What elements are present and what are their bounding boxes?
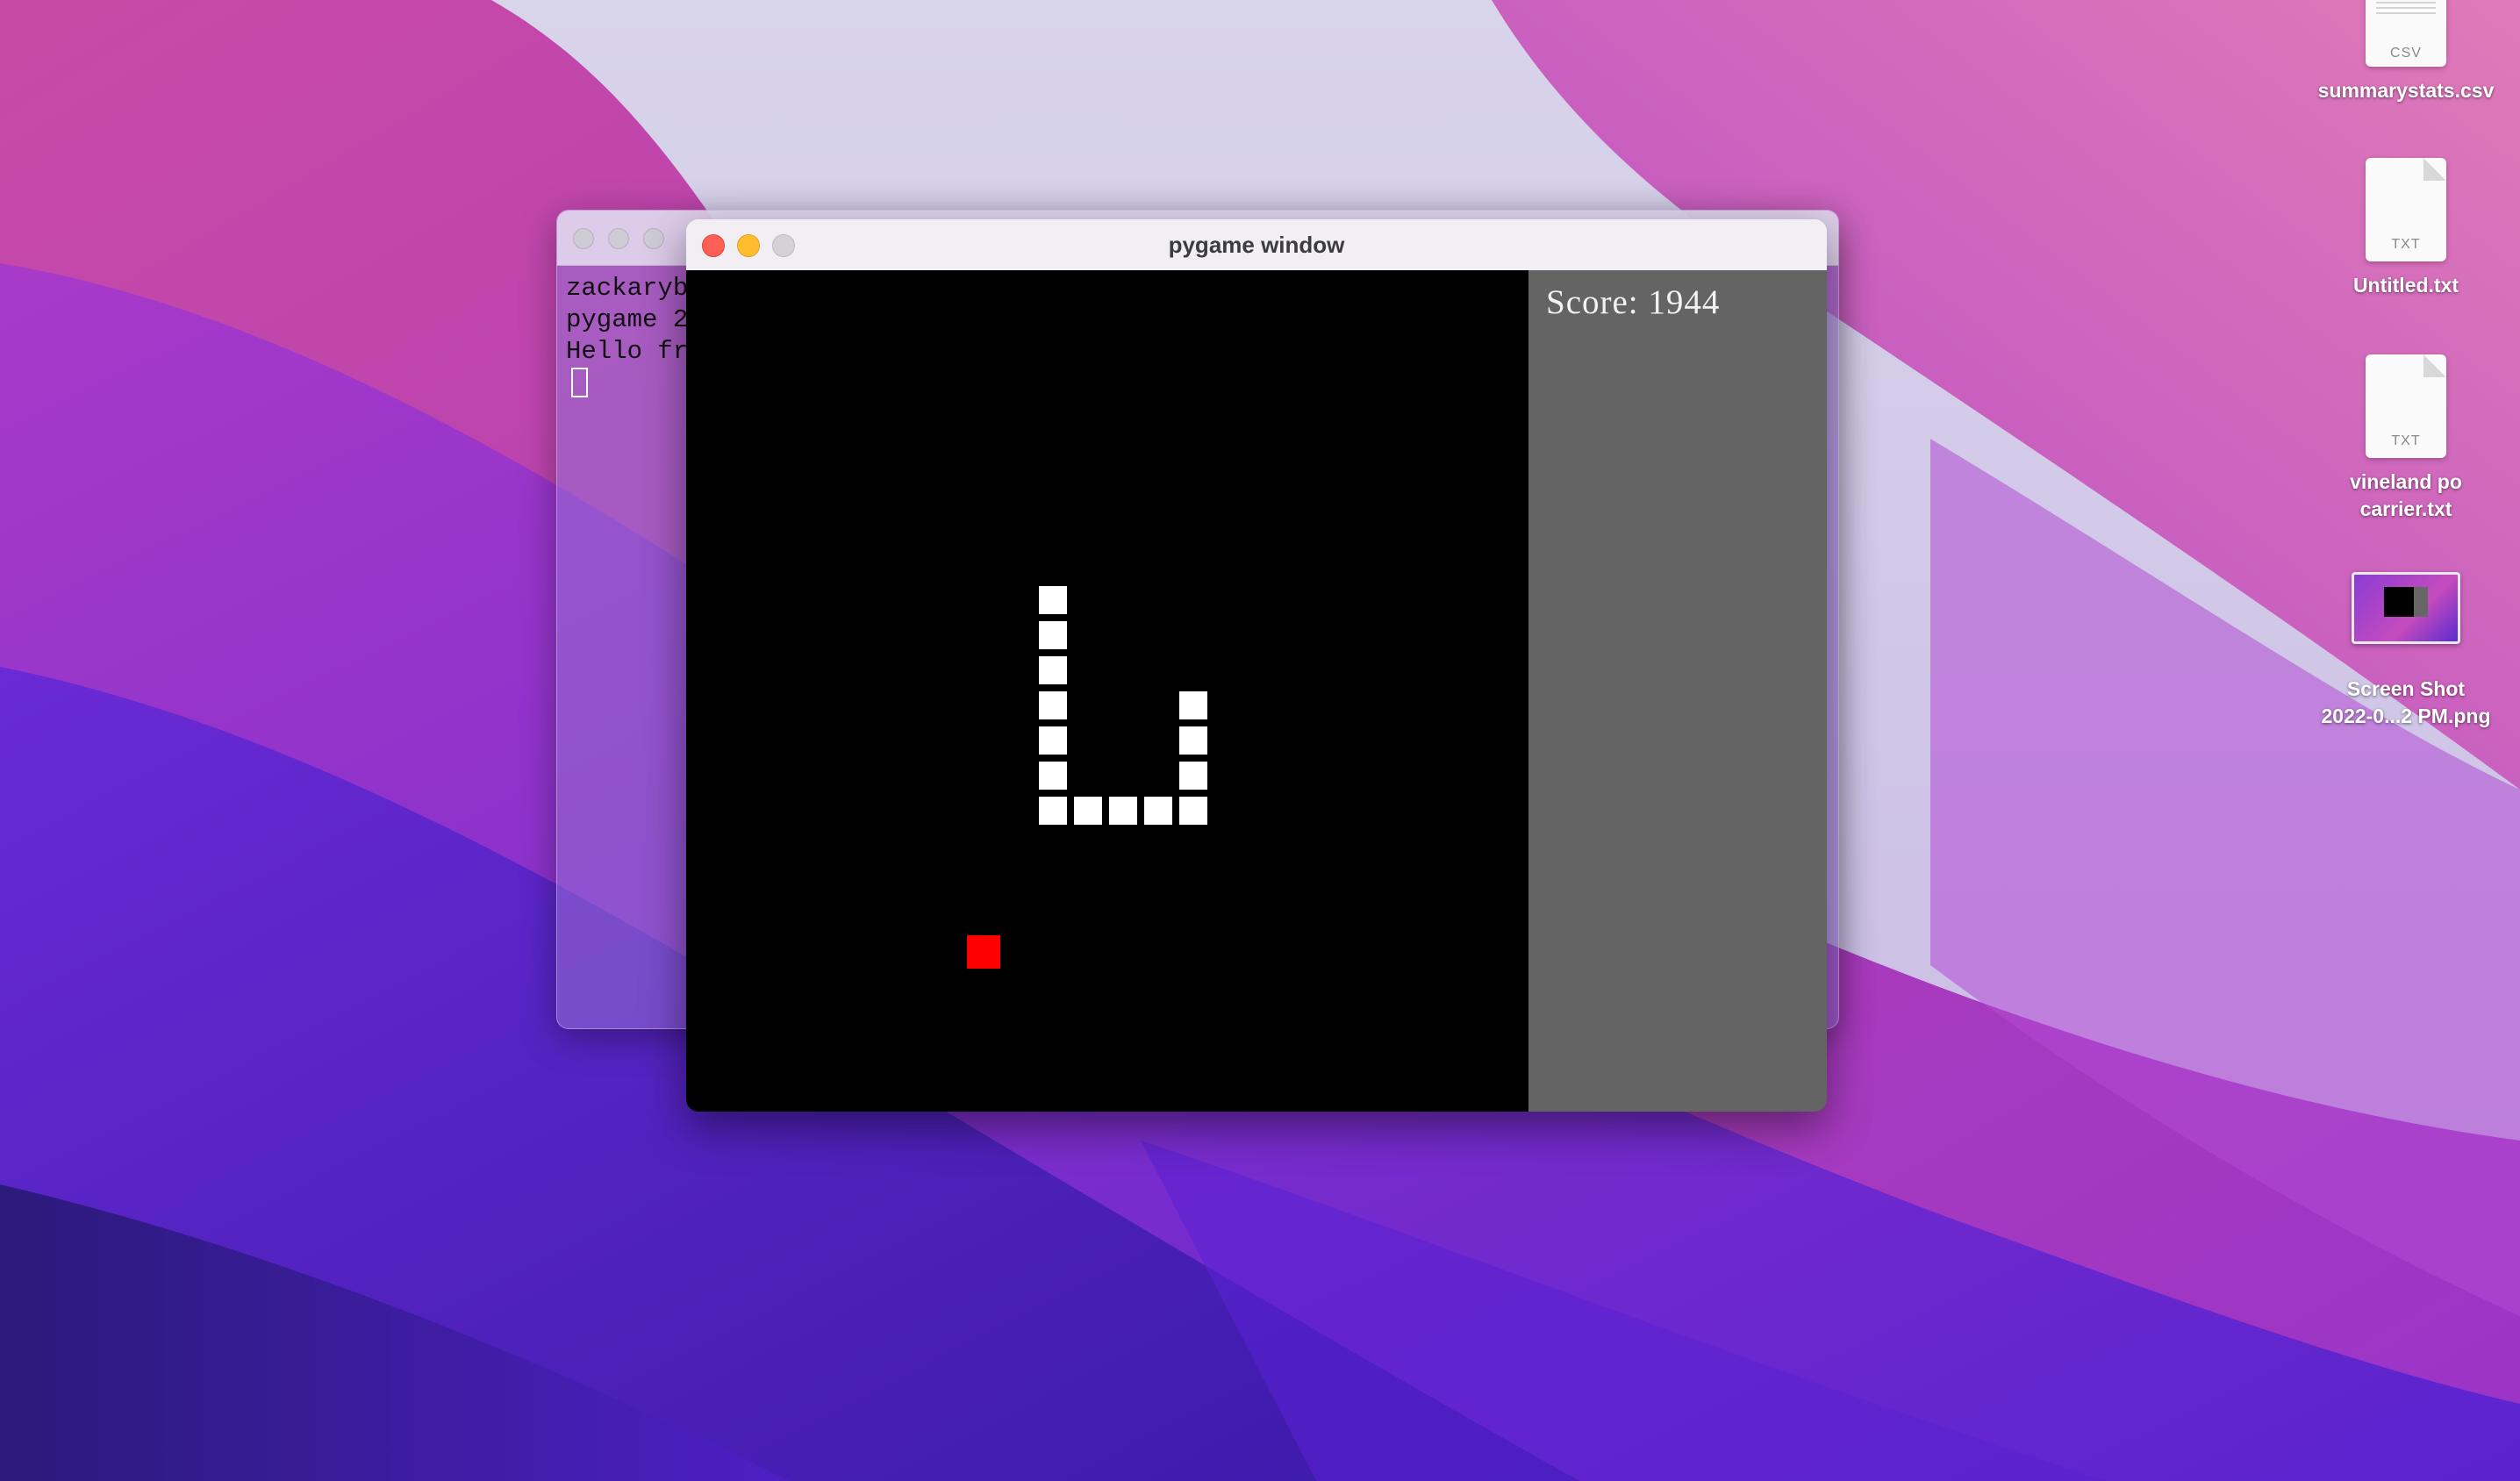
snake-segment bbox=[1142, 795, 1174, 826]
image-thumbnail-icon bbox=[2352, 572, 2460, 644]
snake-segment bbox=[1178, 795, 1209, 826]
csv-file-icon: CSV bbox=[2366, 0, 2446, 67]
minimize-button[interactable] bbox=[608, 228, 629, 249]
snake-segment bbox=[1072, 795, 1104, 826]
txt-file-icon: TXT bbox=[2366, 354, 2446, 458]
desktop-file-label: vineland po carrier.txt bbox=[2350, 470, 2462, 520]
zoom-button[interactable] bbox=[643, 228, 664, 249]
snake-segment bbox=[1037, 760, 1069, 791]
desktop-file-label: Untitled.txt bbox=[2352, 274, 2459, 297]
pygame-titlebar[interactable]: pygame window bbox=[686, 219, 1827, 271]
score-panel: Score: 1944 bbox=[1528, 270, 1827, 1112]
snake-segment bbox=[1178, 760, 1209, 791]
snake-segment bbox=[1037, 725, 1069, 756]
close-button[interactable] bbox=[573, 228, 594, 249]
pygame-window[interactable]: pygame window Score: 1944 bbox=[686, 219, 1827, 1112]
terminal-cursor bbox=[571, 368, 588, 398]
desktop-file-untitled[interactable]: TXT Untitled.txt bbox=[2301, 158, 2511, 299]
snake-segment bbox=[1037, 795, 1069, 826]
snake-segment bbox=[1178, 725, 1209, 756]
txt-file-icon: TXT bbox=[2366, 158, 2446, 261]
snake-segment bbox=[1037, 655, 1069, 686]
snake-segment bbox=[1178, 690, 1209, 721]
desktop-file-label: Screen Shot 2022-0...2 PM.png bbox=[2321, 677, 2491, 727]
snake-segment bbox=[1037, 619, 1069, 651]
desktop-file-summarystats[interactable]: CSV summarystats.csv bbox=[2301, 0, 2511, 104]
food-pellet bbox=[967, 935, 1000, 969]
snake-segment bbox=[1037, 690, 1069, 721]
game-canvas[interactable]: Score: 1944 bbox=[686, 270, 1827, 1112]
snake-segment bbox=[1037, 584, 1069, 616]
game-playfield[interactable] bbox=[686, 270, 1528, 1112]
desktop-file-vineland[interactable]: TXT vineland po carrier.txt bbox=[2301, 354, 2511, 523]
window-title: pygame window bbox=[1168, 232, 1345, 258]
desktop-file-label: summarystats.csv bbox=[2317, 79, 2495, 102]
desktop-file-screenshot[interactable]: Screen Shot 2022-0...2 PM.png bbox=[2301, 572, 2511, 730]
snake-segment bbox=[1107, 795, 1139, 826]
score-text: Score: 1944 bbox=[1546, 283, 1721, 321]
